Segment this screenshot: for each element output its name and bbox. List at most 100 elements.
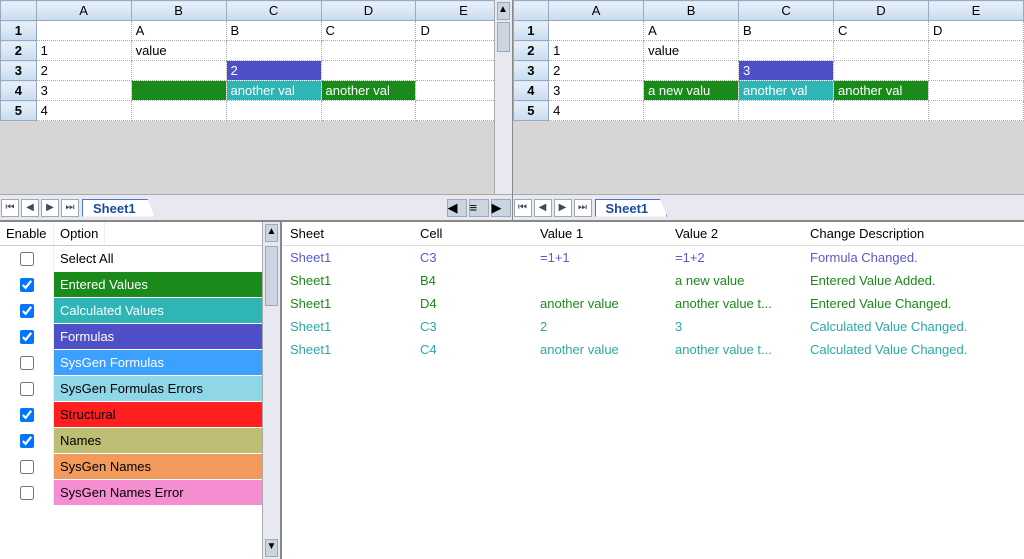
option-checkbox[interactable] — [20, 304, 34, 318]
row-header[interactable]: 3 — [1, 61, 37, 81]
cell[interactable]: another val — [834, 81, 929, 101]
option-label[interactable]: Names — [54, 428, 262, 453]
option-checkbox[interactable] — [20, 460, 34, 474]
cell[interactable]: 2 — [226, 61, 321, 81]
column-header[interactable]: C — [739, 1, 834, 21]
cell[interactable]: A — [131, 21, 226, 41]
row-header[interactable]: 4 — [1, 81, 37, 101]
sheet-nav-first-icon[interactable]: ⏮ — [514, 199, 532, 217]
option-label[interactable]: SysGen Formulas Errors — [54, 376, 262, 401]
column-header[interactable]: A — [36, 1, 131, 21]
cell[interactable]: 2 — [549, 61, 644, 81]
option-checkbox[interactable] — [20, 330, 34, 344]
scroll-up-icon[interactable]: ▲ — [497, 2, 510, 20]
cell[interactable]: another val — [321, 81, 416, 101]
cell[interactable] — [131, 101, 226, 121]
diff-row[interactable]: Sheet1B4a new valueEntered Value Added. — [282, 269, 1024, 292]
row-header[interactable]: 4 — [513, 81, 549, 101]
row-header[interactable]: 2 — [513, 41, 549, 61]
diff-col-value1[interactable]: Value 1 — [532, 222, 667, 246]
cell[interactable]: B — [739, 21, 834, 41]
cell[interactable]: 1 — [36, 41, 131, 61]
option-label[interactable]: Structural — [54, 402, 262, 427]
cell[interactable] — [644, 101, 739, 121]
cell[interactable]: value — [131, 41, 226, 61]
column-header[interactable]: B — [131, 1, 226, 21]
cell[interactable]: B — [226, 21, 321, 41]
option-checkbox[interactable] — [20, 486, 34, 500]
option-label[interactable]: Select All — [54, 246, 262, 271]
diff-col-sheet[interactable]: Sheet — [282, 222, 412, 246]
option-checkbox[interactable] — [20, 434, 34, 448]
scroll-right-icon[interactable]: ▶ — [491, 199, 511, 217]
row-header[interactable]: 3 — [513, 61, 549, 81]
option-label[interactable]: SysGen Names Error — [54, 480, 262, 505]
cell[interactable]: value — [644, 41, 739, 61]
cell[interactable]: another val — [226, 81, 321, 101]
diff-col-value2[interactable]: Value 2 — [667, 222, 802, 246]
scroll-thumb[interactable] — [265, 246, 278, 306]
option-label[interactable]: Entered Values — [54, 272, 262, 297]
row-header[interactable]: 5 — [513, 101, 549, 121]
column-header[interactable]: A — [549, 1, 644, 21]
option-label[interactable]: Calculated Values — [54, 298, 262, 323]
cell[interactable]: C — [321, 21, 416, 41]
cell[interactable]: A — [644, 21, 739, 41]
option-label[interactable]: SysGen Names — [54, 454, 262, 479]
option-label[interactable]: SysGen Formulas — [54, 350, 262, 375]
cell[interactable]: D — [928, 21, 1023, 41]
cell[interactable]: a new valu — [644, 81, 739, 101]
cell[interactable] — [834, 61, 929, 81]
diff-row[interactable]: Sheet1D4another valueanother value t...E… — [282, 292, 1024, 315]
row-header[interactable]: 1 — [1, 21, 37, 41]
sheet-nav-next-icon[interactable]: ▶ — [554, 199, 572, 217]
cell[interactable] — [644, 61, 739, 81]
cell[interactable] — [928, 41, 1023, 61]
cell[interactable]: C — [834, 21, 929, 41]
cell[interactable] — [321, 101, 416, 121]
column-header[interactable]: D — [321, 1, 416, 21]
cell[interactable]: 3 — [36, 81, 131, 101]
row-header[interactable]: 1 — [513, 21, 549, 41]
options-scrollbar[interactable]: ▲ ▼ — [262, 222, 280, 559]
cell[interactable] — [549, 21, 644, 41]
cell[interactable]: another val — [739, 81, 834, 101]
cell[interactable] — [226, 101, 321, 121]
cell[interactable] — [226, 41, 321, 61]
option-checkbox[interactable] — [20, 382, 34, 396]
cell[interactable] — [739, 41, 834, 61]
diff-col-cell[interactable]: Cell — [412, 222, 532, 246]
differences-table[interactable]: Sheet Cell Value 1 Value 2 Change Descri… — [282, 222, 1024, 361]
sheet-nav-prev-icon[interactable]: ◀ — [21, 199, 39, 217]
cell[interactable] — [834, 41, 929, 61]
cell[interactable] — [131, 61, 226, 81]
diff-row[interactable]: Sheet1C3=1+1=1+2Formula Changed. — [282, 246, 1024, 270]
sheet-nav-last-icon[interactable]: ⏭ — [61, 199, 79, 217]
cell[interactable] — [928, 61, 1023, 81]
scroll-up-icon[interactable]: ▲ — [265, 224, 278, 242]
diff-row[interactable]: Sheet1C323Calculated Value Changed. — [282, 315, 1024, 338]
diff-row[interactable]: Sheet1C4another valueanother value t...C… — [282, 338, 1024, 361]
sheet-nav-first-icon[interactable]: ⏮ — [1, 199, 19, 217]
option-checkbox[interactable] — [20, 278, 34, 292]
sheet-tab[interactable]: Sheet1 — [595, 199, 668, 217]
vertical-scrollbar[interactable]: ▲ — [494, 0, 512, 194]
cell[interactable]: 1 — [549, 41, 644, 61]
right-grid[interactable]: ABCDE1ABCD21value32343a new valuanother … — [513, 0, 1024, 121]
row-header[interactable]: 2 — [1, 41, 37, 61]
cell[interactable] — [928, 81, 1023, 101]
cell[interactable] — [739, 101, 834, 121]
cell[interactable] — [36, 21, 131, 41]
horizontal-scrollbar[interactable]: ◀ ≡ ▶ — [446, 198, 512, 218]
option-label[interactable]: Formulas — [54, 324, 262, 349]
cell[interactable]: 2 — [36, 61, 131, 81]
column-header[interactable]: D — [834, 1, 929, 21]
sheet-nav-last-icon[interactable]: ⏭ — [574, 199, 592, 217]
column-header[interactable]: C — [226, 1, 321, 21]
sheet-nav-prev-icon[interactable]: ◀ — [534, 199, 552, 217]
cell[interactable]: 3 — [549, 81, 644, 101]
option-checkbox[interactable] — [20, 252, 34, 266]
column-header[interactable]: E — [928, 1, 1023, 21]
scroll-track[interactable]: ≡ — [469, 199, 489, 217]
cell[interactable]: 4 — [36, 101, 131, 121]
